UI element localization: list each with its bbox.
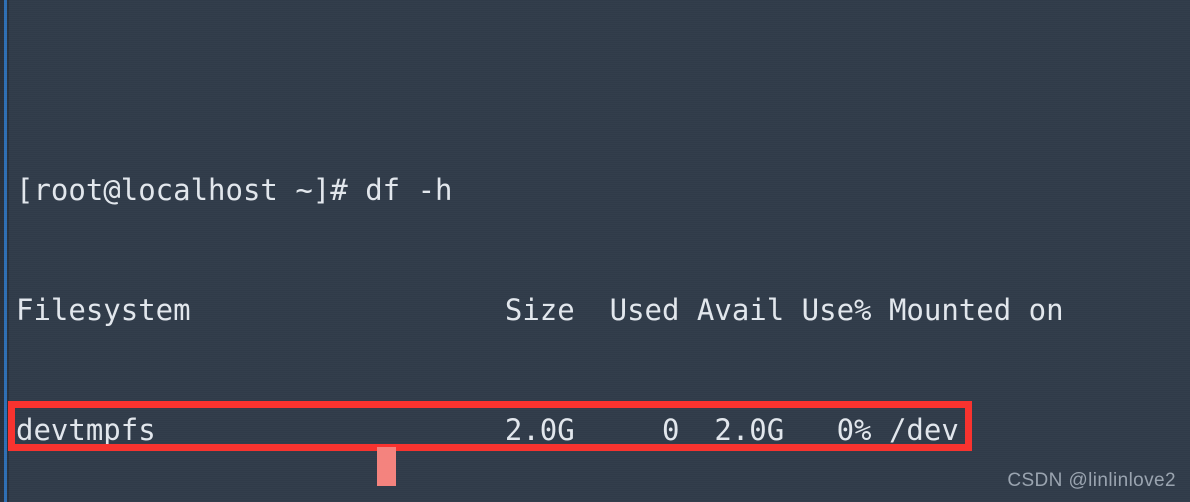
table-header-row: Filesystem Size Used Avail Use% Mounted … — [16, 293, 1064, 327]
terminal-line-partial-top — [16, 50, 1190, 90]
terminal-output: [root@localhost ~]# df -h Filesystem Siz… — [16, 0, 1190, 502]
table-row: devtmpfs 2.0G 0 2.0G 0% /dev — [16, 413, 959, 447]
block-cursor — [377, 447, 396, 486]
vertical-scrollbar[interactable] — [4, 0, 7, 502]
terminal-line-command: [root@localhost ~]# df -h — [16, 173, 453, 207]
watermark-label: CSDN @linlinlove2 — [1007, 470, 1176, 491]
terminal-window[interactable]: [root@localhost ~]# df -h Filesystem Siz… — [0, 0, 1190, 502]
